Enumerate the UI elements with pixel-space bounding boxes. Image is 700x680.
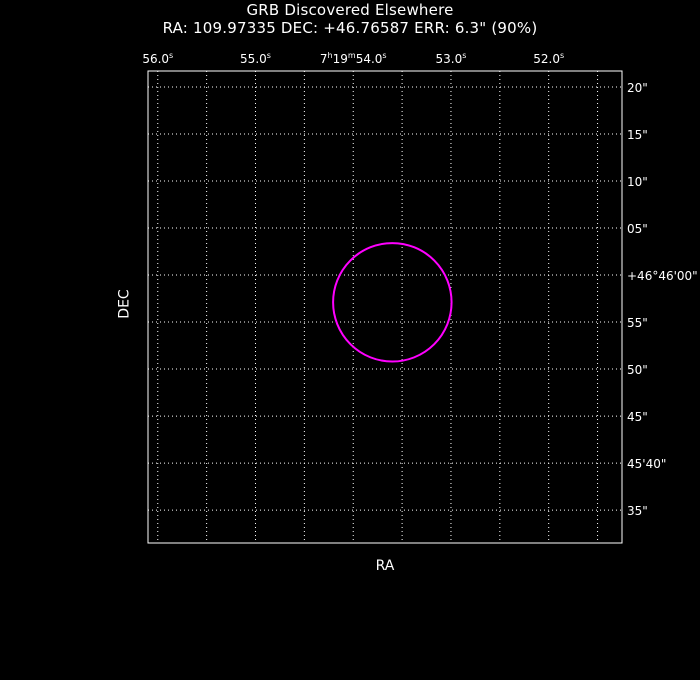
error-circle [332,242,453,363]
y-tick-label: 55" [627,316,648,330]
y-tick-label: 05" [627,222,648,236]
y-tick-label: +46°46'00" [627,269,698,283]
y-tick-label: 35" [627,504,648,518]
x-tick-label: 53.0s [436,51,467,66]
x-tick-label: 7h19m54.0s [320,51,387,66]
y-tick-label: 45'40" [627,457,666,471]
y-tick-label: 10" [627,175,648,189]
y-tick-label: 20" [627,81,648,95]
x-tick-label: 52.0s [533,51,564,66]
plot-frame [147,70,623,544]
y-tick-label: 45" [627,410,648,424]
grid-lines [148,71,622,543]
x-tick-label: 55.0s [240,51,271,66]
y-tick-label: 15" [627,128,648,142]
x-tick-labels: 56.0s 55.0s 7h19m54.0s 53.0s 52.0s [142,51,564,66]
x-tick-label: 56.0s [142,51,173,66]
x-axis-label: RA [375,558,395,574]
sky-chart: 56.0s 55.0s 7h19m54.0s 53.0s 52.0s 20" 15" 10"… [142,51,698,544]
y-tick-labels: 20" 15" 10" 05" +46°46'00" 55" 50" 45" 45'40" 35" [627,81,698,518]
y-axis-label: DEC [116,289,133,319]
y-tick-label: 50" [627,363,648,377]
